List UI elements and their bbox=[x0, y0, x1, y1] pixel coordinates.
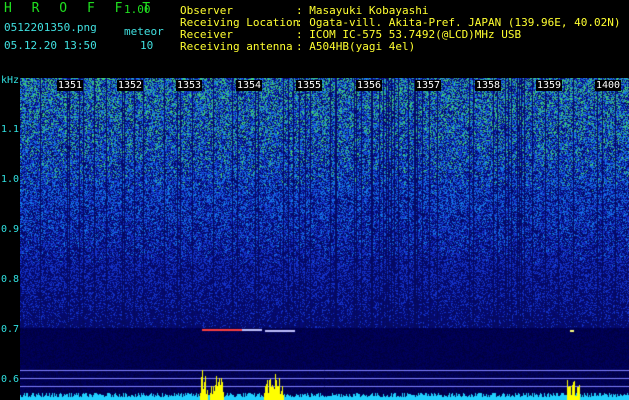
spectrogram-area bbox=[20, 78, 629, 400]
y-label-1.0: 1.0 bbox=[1, 174, 20, 185]
antenna-value: : A504HB(yagi 4el) bbox=[296, 40, 416, 53]
header-panel: H R O F F T 1.00 0512201350.png meteor 0… bbox=[0, 0, 629, 78]
datetime: 05.12.20 13:50 bbox=[4, 39, 97, 52]
time-label-1400: 1400 bbox=[595, 80, 622, 91]
event-count: 10 bbox=[140, 39, 154, 52]
y-label-0.7: 0.7 bbox=[1, 324, 20, 335]
y-label-0.6: 0.6 bbox=[1, 374, 20, 385]
time-label-1355: 1355 bbox=[296, 80, 323, 91]
antenna-label: Receiving antenna bbox=[180, 40, 293, 53]
y-label-1.1: 1.1 bbox=[1, 124, 20, 135]
y-axis-unit: kHz bbox=[1, 75, 20, 86]
time-label-1354: 1354 bbox=[236, 80, 263, 91]
mode-label: meteor bbox=[124, 25, 164, 38]
time-label-1352: 1352 bbox=[117, 80, 144, 91]
time-label-1353: 1353 bbox=[176, 80, 203, 91]
time-label-1356: 1356 bbox=[356, 80, 383, 91]
time-label-1351: 1351 bbox=[57, 80, 84, 91]
time-label-1359: 1359 bbox=[536, 80, 563, 91]
y-label-0.8: 0.8 bbox=[1, 274, 20, 285]
y-label-0.9: 0.9 bbox=[1, 224, 20, 235]
filename: 0512201350.png bbox=[4, 21, 97, 34]
app-version: 1.00 bbox=[124, 3, 151, 16]
time-label-1357: 1357 bbox=[415, 80, 442, 91]
time-label-1358: 1358 bbox=[475, 80, 502, 91]
spectrogram-canvas bbox=[20, 78, 629, 400]
